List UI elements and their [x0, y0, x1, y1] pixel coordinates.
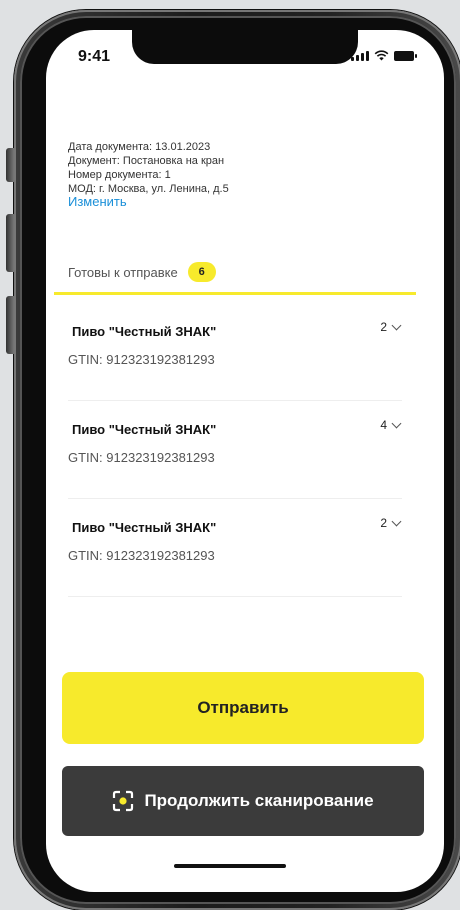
- list-item[interactable]: Пиво "Честный ЗНАК" GTIN: 91232319238129…: [68, 304, 402, 401]
- item-gtin: GTIN: 912323192381293: [68, 352, 215, 367]
- camera-notch: [132, 30, 358, 64]
- mute-switch: [6, 148, 14, 182]
- cellular-signal-icon: [351, 51, 369, 61]
- home-indicator[interactable]: [174, 864, 286, 868]
- item-gtin: GTIN: 912323192381293: [68, 450, 215, 465]
- item-name: Пиво "Честный ЗНАК": [72, 324, 217, 339]
- continue-scan-button[interactable]: Продолжить сканирование: [62, 766, 424, 836]
- chevron-down-icon: [391, 516, 402, 526]
- volume-down-button: [6, 296, 14, 354]
- chevron-down-icon: [391, 320, 402, 330]
- document-date: Дата документа: 13.01.2023: [68, 141, 211, 153]
- document-type: Документ: Постановка на кран: [68, 155, 225, 167]
- battery-icon: [394, 51, 417, 61]
- item-name: Пиво "Честный ЗНАК": [72, 422, 217, 437]
- continue-scan-label: Продолжить сканирование: [144, 791, 374, 810]
- count-badge: 6: [187, 262, 216, 282]
- change-link[interactable]: Изменить: [68, 194, 127, 209]
- item-quantity: 4: [380, 418, 387, 432]
- list-item[interactable]: Пиво "Честный ЗНАК" GTIN: 91232319238129…: [68, 500, 402, 597]
- document-info: Дата документа: 13.01.2023 Документ: Пос…: [68, 140, 229, 196]
- item-quantity: 2: [380, 516, 387, 530]
- volume-up-button: [6, 214, 14, 272]
- document-number: Номер документа: 1: [68, 169, 171, 181]
- item-name: Пиво "Честный ЗНАК": [72, 520, 217, 535]
- quantity-dropdown[interactable]: 4: [380, 418, 402, 432]
- app-screen: 9:41 Дата документа: 13.01.2023 Документ…: [46, 30, 444, 892]
- item-quantity: 2: [380, 320, 387, 334]
- chevron-down-icon: [391, 418, 402, 428]
- tab-ready-to-send[interactable]: Готовы к отправке 6: [68, 262, 216, 282]
- tab-underline: [54, 292, 416, 295]
- scan-frame-icon: [113, 790, 134, 812]
- list-item[interactable]: Пиво "Честный ЗНАК" GTIN: 91232319238129…: [68, 402, 402, 499]
- status-time: 9:41: [78, 48, 111, 65]
- tab-label: Готовы к отправке: [68, 264, 178, 280]
- quantity-dropdown[interactable]: 2: [380, 320, 402, 334]
- status-icons: [351, 50, 417, 61]
- wifi-icon: [374, 50, 389, 61]
- send-button[interactable]: Отправить: [62, 672, 424, 744]
- item-gtin: GTIN: 912323192381293: [68, 548, 215, 563]
- quantity-dropdown[interactable]: 2: [380, 516, 402, 530]
